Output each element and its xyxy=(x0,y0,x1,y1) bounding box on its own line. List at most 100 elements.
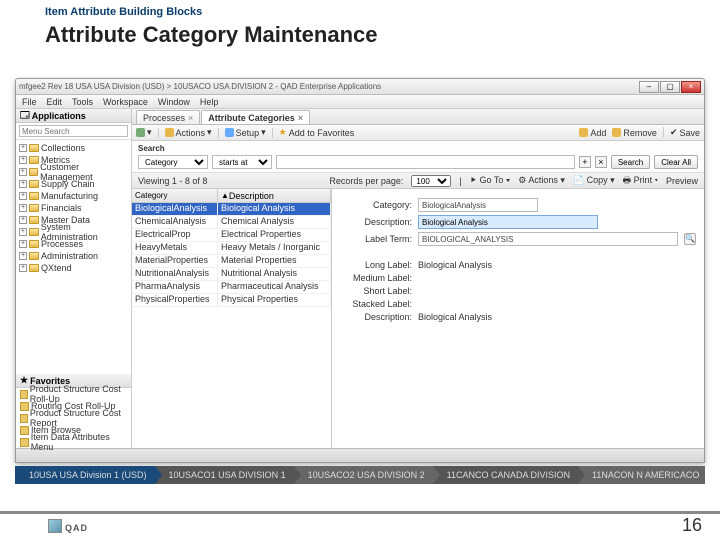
perpage-select[interactable]: 100 xyxy=(411,175,451,187)
add-favorites-button[interactable]: ★Add to Favorites xyxy=(279,127,355,138)
search-value-input[interactable] xyxy=(276,155,575,169)
favorite-item[interactable]: Item Data Attributes Menu xyxy=(16,436,131,448)
add-button[interactable]: Add xyxy=(579,127,606,138)
lookup-icon[interactable]: 🔍 xyxy=(684,233,696,245)
menu-file[interactable]: File xyxy=(22,97,37,107)
toolbar: ▾ Actions ▾ Setup ▾ ★Add to Favorites Ad… xyxy=(132,125,704,141)
breadcrumb-item[interactable]: 10USACO1 USA DIVISION 1 xyxy=(155,466,294,484)
description-field[interactable] xyxy=(418,215,598,229)
tree-node[interactable]: +Collections xyxy=(19,142,128,154)
table-row[interactable]: ElectricalPropElectrical Properties xyxy=(132,229,331,242)
breadcrumb-item[interactable]: 10USA USA Division 1 (USD) xyxy=(15,466,155,484)
menu-edit[interactable]: Edit xyxy=(47,97,63,107)
menu-window[interactable]: Window xyxy=(158,97,190,107)
expand-icon[interactable]: + xyxy=(19,264,27,272)
tree-node[interactable]: +Customer Management xyxy=(19,166,128,178)
label-long: Long Label: xyxy=(340,260,412,270)
expand-icon[interactable]: + xyxy=(19,216,27,224)
breadcrumb-item[interactable]: 11NACON N AMERICACO xyxy=(578,466,705,484)
tree-node[interactable]: +Manufacturing xyxy=(19,190,128,202)
table-row[interactable]: BiologicalAnalysisBiological Analysis xyxy=(132,203,331,216)
tree-node[interactable]: +QXtend xyxy=(19,262,128,274)
breadcrumb-item[interactable]: 10USACO2 USA DIVISION 2 xyxy=(294,466,433,484)
favorite-item[interactable]: Product Structure Cost Report xyxy=(16,412,131,424)
expand-icon[interactable]: + xyxy=(19,228,27,236)
add-criteria-button[interactable]: + xyxy=(579,156,591,168)
folder-icon xyxy=(29,240,39,248)
expand-icon[interactable]: + xyxy=(19,168,27,176)
workspace-breadcrumb[interactable]: 10USA USA Division 1 (USD)10USACO1 USA D… xyxy=(15,466,705,484)
clear-all-button[interactable]: Clear All xyxy=(654,155,698,169)
folder-icon xyxy=(29,252,39,260)
tree-node[interactable]: +Financials xyxy=(19,202,128,214)
folder-icon xyxy=(29,144,39,152)
breadcrumb-item[interactable]: 11CANCO CANADA DIVISION xyxy=(433,466,578,484)
slide-title: Attribute Category Maintenance xyxy=(45,22,700,48)
window-title: mfgee2 Rev 18 USA USA Division (USD) > 1… xyxy=(19,82,639,91)
actions-menu[interactable]: Actions ▾ xyxy=(165,127,212,138)
tab-attribute-categories[interactable]: Attribute Categories× xyxy=(201,110,310,124)
expand-icon[interactable]: + xyxy=(19,252,27,260)
favorite-icon xyxy=(20,438,29,447)
search-label: Search xyxy=(138,144,698,153)
copy-button[interactable]: 📄 Copy ▾ xyxy=(573,175,615,186)
expand-icon[interactable]: + xyxy=(19,204,27,212)
viewing-label: Viewing 1 - 8 of 8 xyxy=(138,176,207,186)
table-row[interactable]: NutritionalAnalysisNutritional Analysis xyxy=(132,268,331,281)
close-icon[interactable]: × xyxy=(298,113,303,123)
search-button[interactable]: Search xyxy=(611,155,650,169)
goto-button[interactable]: ⯈ Go To ▾ xyxy=(470,175,510,186)
folder-icon xyxy=(29,204,39,212)
expand-icon[interactable]: + xyxy=(19,180,27,188)
setup-menu[interactable]: Setup ▾ xyxy=(225,127,266,138)
close-button[interactable]: × xyxy=(681,81,701,93)
tree-node[interactable]: +System Administration xyxy=(19,226,128,238)
expand-icon[interactable]: + xyxy=(19,192,27,200)
remove-button[interactable]: Remove xyxy=(612,127,657,138)
tab-processes[interactable]: Processes× xyxy=(136,110,200,124)
col-category[interactable]: Category xyxy=(132,189,218,202)
results-grid[interactable]: Category ▲ Description BiologicalAnalysi… xyxy=(132,189,332,448)
folder-icon xyxy=(29,180,39,188)
menu-tools[interactable]: Tools xyxy=(72,97,93,107)
expand-icon[interactable]: + xyxy=(19,144,27,152)
back-button[interactable]: ▾ xyxy=(136,127,152,138)
col-description[interactable]: ▲ Description xyxy=(218,189,331,202)
label-term-field[interactable] xyxy=(418,232,678,246)
menu-workspace[interactable]: Workspace xyxy=(103,97,148,107)
favorite-icon xyxy=(20,402,29,411)
folder-icon xyxy=(29,156,39,164)
folder-icon xyxy=(29,216,39,224)
print-button[interactable]: 🖶 Print ▾ xyxy=(623,173,658,189)
tree-node[interactable]: +Administration xyxy=(19,250,128,262)
category-field[interactable] xyxy=(418,198,538,212)
app-window: mfgee2 Rev 18 USA USA Division (USD) > 1… xyxy=(15,78,705,463)
expand-icon[interactable]: + xyxy=(19,156,27,164)
table-row[interactable]: ChemicalAnalysisChemical Analysis xyxy=(132,216,331,229)
close-icon[interactable]: × xyxy=(188,113,193,123)
save-button[interactable]: ✔Save xyxy=(670,127,700,138)
preview-button[interactable]: Preview xyxy=(666,176,698,186)
minimize-button[interactable]: – xyxy=(639,81,659,93)
folder-icon xyxy=(29,168,38,176)
table-row[interactable]: PharmaAnalysisPharmaceutical Analysis xyxy=(132,281,331,294)
window-titlebar[interactable]: mfgee2 Rev 18 USA USA Division (USD) > 1… xyxy=(16,79,704,95)
favorite-icon xyxy=(20,414,28,423)
menu-search-input[interactable] xyxy=(19,125,128,137)
remove-criteria-button[interactable]: × xyxy=(595,156,607,168)
menu-bar[interactable]: File Edit Tools Workspace Window Help xyxy=(16,95,704,109)
table-row[interactable]: MaterialPropertiesMaterial Properties xyxy=(132,255,331,268)
search-field-select[interactable]: Category xyxy=(138,155,208,169)
search-operator-select[interactable]: starts at xyxy=(212,155,272,169)
sidebar-apps-header[interactable]: 🗔Applications xyxy=(16,109,131,123)
detail-panel: Category: Description: Label Term:🔍 Long… xyxy=(332,189,704,448)
grid-actions-menu[interactable]: ⚙ Actions ▾ xyxy=(518,175,565,186)
perpage-label: Records per page: xyxy=(329,176,403,186)
table-row[interactable]: PhysicalPropertiesPhysical Properties xyxy=(132,294,331,307)
folder-icon xyxy=(29,192,39,200)
favorite-item[interactable]: Product Structure Cost Roll-Up xyxy=(16,388,131,400)
menu-help[interactable]: Help xyxy=(200,97,219,107)
maximize-button[interactable]: ▢ xyxy=(660,81,680,93)
expand-icon[interactable]: + xyxy=(19,240,27,248)
table-row[interactable]: HeavyMetalsHeavy Metals / Inorganic xyxy=(132,242,331,255)
